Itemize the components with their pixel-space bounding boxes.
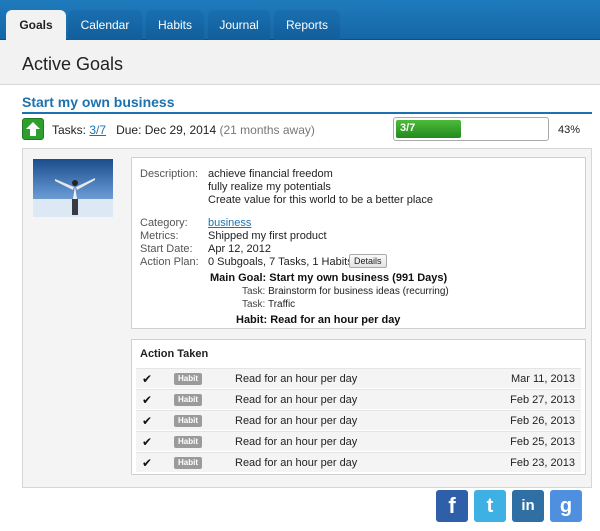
- action-row: ✔ Habit Read for an hour per day Feb 23,…: [136, 452, 581, 472]
- action-date: Feb 27, 2013: [510, 394, 575, 406]
- action-plan-label: Action Plan:: [140, 256, 199, 268]
- action-row: ✔ Habit Read for an hour per day Feb 25,…: [136, 431, 581, 451]
- habit-line: Habit: Read for an hour per day: [236, 314, 400, 326]
- description-line-2: fully realize my potentials: [208, 181, 331, 193]
- metrics-value: Shipped my first product: [208, 230, 327, 242]
- twitter-icon: t: [486, 495, 494, 517]
- goal-progress-bar: 3/7: [393, 117, 549, 141]
- action-date: Mar 11, 2013: [510, 373, 575, 385]
- tasks-label: Tasks:: [52, 123, 87, 137]
- tab-calendar[interactable]: Calendar: [68, 10, 142, 40]
- tab-habits[interactable]: Habits: [146, 10, 204, 40]
- page-title: Active Goals: [22, 54, 124, 74]
- habit-value[interactable]: Read for an hour per day: [270, 314, 400, 326]
- description-line-1: achieve financial freedom: [208, 168, 333, 180]
- facebook-icon: f: [448, 493, 456, 518]
- habit-badge: Habit: [174, 373, 202, 385]
- tasks-link[interactable]: 3/7: [89, 123, 106, 137]
- action-date: Feb 25, 2013: [510, 436, 575, 448]
- top-nav: Goals Calendar Habits Journal Reports: [0, 0, 600, 41]
- main-goal-line: Main Goal: Start my own business (991 Da…: [210, 272, 447, 284]
- action-plan-value: 0 Subgoals, 7 Tasks, 1 Habits: [208, 256, 353, 268]
- habit-badge: Habit: [174, 457, 202, 469]
- google-share-button[interactable]: g: [550, 490, 582, 522]
- due-relative: (21 months away): [219, 123, 315, 137]
- description-line-3: Create value for this world to be a bett…: [208, 194, 434, 206]
- main-goal-key: Main Goal:: [210, 272, 267, 284]
- goal-details: Description: achieve financial freedom f…: [131, 157, 586, 329]
- action-text: Read for an hour per day: [235, 394, 358, 406]
- action-taken-title: Action Taken: [140, 348, 209, 360]
- linkedin-share-button[interactable]: in: [512, 490, 544, 522]
- arrow-up-icon[interactable]: [22, 118, 44, 140]
- task-line-2: Task: Traffic: [242, 299, 295, 310]
- action-text: Read for an hour per day: [235, 373, 358, 385]
- task-key-2: Task:: [242, 299, 266, 310]
- main-goal-value[interactable]: Start my own business (991 Days): [269, 272, 447, 284]
- habit-badge: Habit: [174, 415, 202, 427]
- habit-key: Habit:: [236, 314, 268, 326]
- facebook-share-button[interactable]: f: [436, 490, 468, 522]
- google-icon: g: [559, 495, 573, 517]
- check-icon: ✔: [142, 414, 153, 428]
- page-header: Active Goals: [0, 40, 600, 85]
- action-date: Feb 23, 2013: [510, 457, 575, 469]
- goal-meta: Tasks: 3/7 Due: Dec 29, 2014 (21 months …: [52, 123, 315, 137]
- task-value-1[interactable]: Brainstorm for business ideas (recurring…: [268, 286, 449, 297]
- linkedin-icon: in: [521, 497, 535, 514]
- task-line-1: Task: Brainstorm for business ideas (rec…: [242, 286, 449, 297]
- progress-percent: 43%: [558, 124, 581, 136]
- progress-text: 3/7: [400, 122, 416, 134]
- due-date: Dec 29, 2014: [144, 123, 217, 137]
- tab-reports[interactable]: Reports: [274, 10, 340, 40]
- due-label: Due:: [116, 123, 142, 137]
- check-icon: ✔: [142, 456, 153, 470]
- start-date-label: Start Date:: [140, 243, 193, 255]
- goal-panel: Description: achieve financial freedom f…: [22, 148, 592, 488]
- action-date: Feb 26, 2013: [510, 415, 575, 427]
- action-row: ✔ Habit Read for an hour per day Mar 11,…: [136, 368, 581, 388]
- action-row: ✔ Habit Read for an hour per day Feb 26,…: [136, 410, 581, 430]
- description-label: Description:: [140, 168, 199, 180]
- check-icon: ✔: [142, 435, 153, 449]
- twitter-share-button[interactable]: t: [474, 490, 506, 522]
- details-button[interactable]: Details: [349, 254, 387, 268]
- action-text: Read for an hour per day: [235, 415, 358, 427]
- check-icon: ✔: [142, 372, 153, 386]
- goal-title[interactable]: Start my own business: [22, 94, 174, 110]
- task-key-1: Task:: [242, 286, 266, 297]
- goal-divider: [22, 112, 592, 114]
- goal-photo: [33, 159, 113, 217]
- action-taken-box: Action Taken ✔ Habit Read for an hour pe…: [131, 339, 586, 475]
- category-label: Category:: [140, 217, 188, 229]
- action-text: Read for an hour per day: [235, 436, 358, 448]
- check-icon: ✔: [142, 393, 153, 407]
- tab-journal[interactable]: Journal: [208, 10, 270, 40]
- action-row: ✔ Habit Read for an hour per day Feb 27,…: [136, 389, 581, 409]
- category-link[interactable]: business: [208, 217, 251, 229]
- task-value-2[interactable]: Traffic: [268, 299, 295, 310]
- metrics-label: Metrics:: [140, 230, 179, 242]
- habit-badge: Habit: [174, 394, 202, 406]
- tab-goals[interactable]: Goals: [6, 10, 66, 41]
- start-date-value: Apr 12, 2012: [208, 243, 271, 255]
- action-text: Read for an hour per day: [235, 457, 358, 469]
- habit-badge: Habit: [174, 436, 202, 448]
